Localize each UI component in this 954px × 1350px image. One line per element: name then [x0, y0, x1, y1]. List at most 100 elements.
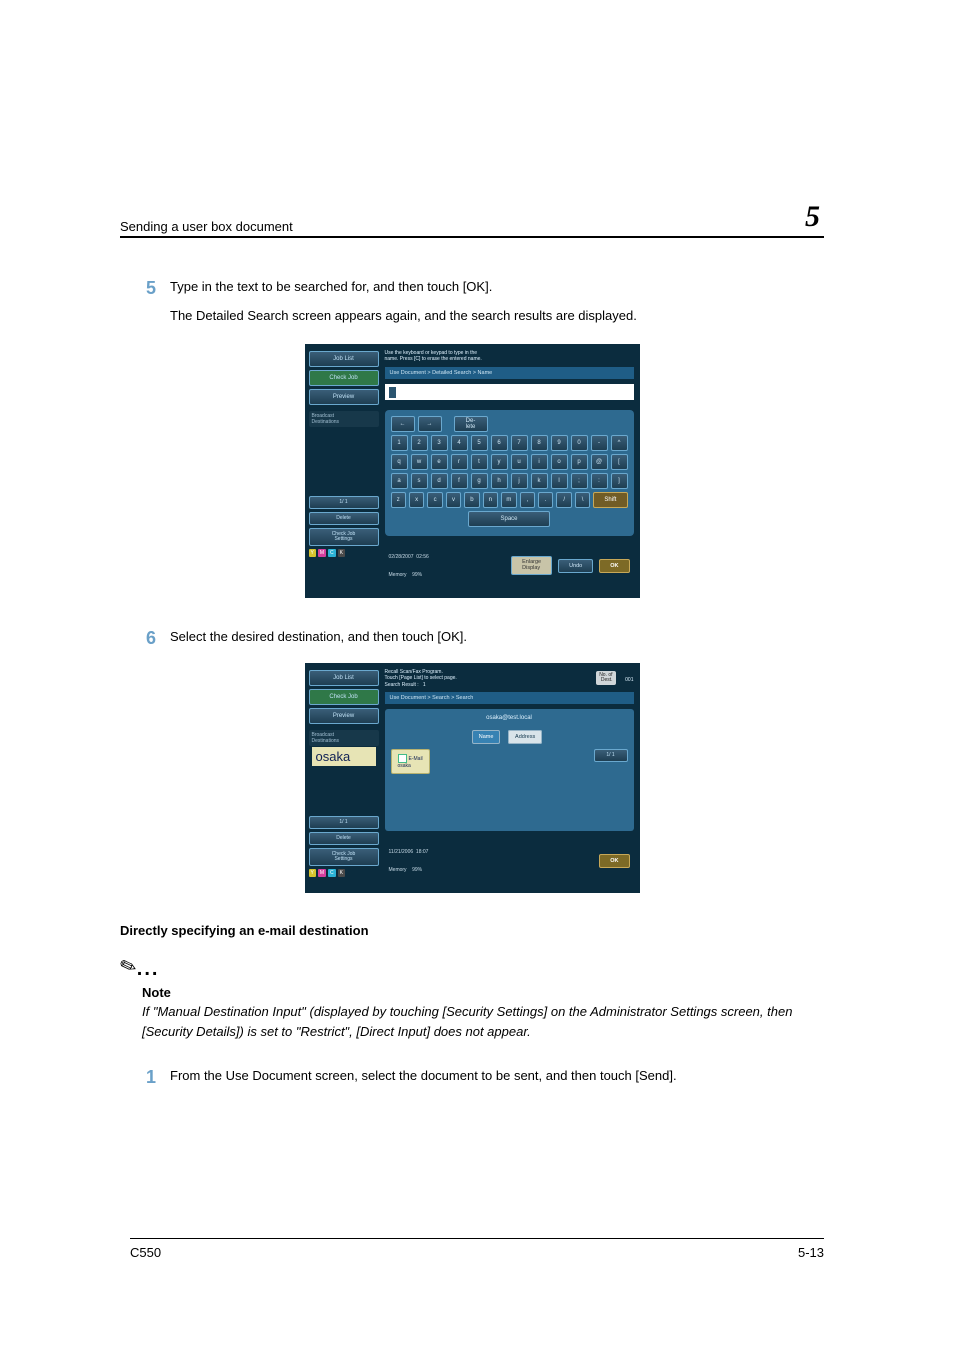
results-page-indicator[interactable]: 1/ 1	[594, 749, 628, 762]
key-,[interactable]: ,	[520, 492, 535, 508]
key-d[interactable]: d	[431, 473, 448, 489]
key-@[interactable]: @	[591, 454, 608, 470]
key-;[interactable]: ;	[571, 473, 588, 489]
key-l[interactable]: l	[551, 473, 568, 489]
datetime-label-2: 11/21/2006 18:07	[389, 849, 429, 855]
dest-count-label: No. of Dest.	[596, 671, 615, 685]
result-type: E-Mail	[409, 756, 423, 762]
job-list-button[interactable]: Job List	[309, 351, 379, 367]
step-5-sub: The Detailed Search screen appears again…	[170, 307, 824, 326]
key-h[interactable]: h	[491, 473, 508, 489]
tab-name[interactable]: Name	[472, 730, 501, 744]
step-number-5: 5	[120, 278, 170, 299]
key-v[interactable]: v	[446, 492, 461, 508]
key-w[interactable]: w	[411, 454, 428, 470]
check-job-settings-button-2[interactable]: Check Job Settings	[309, 848, 379, 866]
space-key[interactable]: Space	[468, 511, 550, 527]
check-job-button[interactable]: Check Job	[309, 370, 379, 386]
toner-k-icon-2: K	[338, 869, 345, 877]
key-^[interactable]: ^	[611, 435, 628, 451]
selected-destination-sidebar[interactable]: osaka	[312, 747, 376, 766]
result-card-osaka[interactable]: E-Mail osaka	[391, 749, 430, 774]
key-p[interactable]: p	[571, 454, 588, 470]
key-\[interactable]: \	[575, 492, 590, 508]
key-c[interactable]: c	[427, 492, 442, 508]
hint-text: Use the keyboard or keypad to type in th…	[385, 350, 634, 363]
key-r[interactable]: r	[451, 454, 468, 470]
key--[interactable]: -	[591, 435, 608, 451]
key-7[interactable]: 7	[511, 435, 528, 451]
page-indicator-2[interactable]: 1/ 1	[309, 816, 379, 829]
memory-label-2: Memory 99%	[389, 867, 429, 873]
breadcrumb: Use Document > Detailed Search > Name	[385, 367, 634, 379]
key-.[interactable]: .	[538, 492, 553, 508]
name-input[interactable]	[385, 384, 634, 400]
key-y[interactable]: y	[491, 454, 508, 470]
check-job-settings-button[interactable]: Check Job Settings	[309, 528, 379, 546]
key-m[interactable]: m	[501, 492, 516, 508]
key-j[interactable]: j	[511, 473, 528, 489]
hint-text-2: Recall Scan/Fax Program. Touch [Page Lis…	[385, 669, 597, 689]
key-/[interactable]: /	[556, 492, 571, 508]
toner-c-icon-2: C	[328, 869, 336, 877]
key-3[interactable]: 3	[431, 435, 448, 451]
key-2[interactable]: 2	[411, 435, 428, 451]
key-x[interactable]: x	[409, 492, 424, 508]
key-9[interactable]: 9	[551, 435, 568, 451]
key-g[interactable]: g	[471, 473, 488, 489]
key-e[interactable]: e	[431, 454, 448, 470]
key-0[interactable]: 0	[571, 435, 588, 451]
key-a[interactable]: a	[391, 473, 408, 489]
key-6[interactable]: 6	[491, 435, 508, 451]
datetime-label: 02/28/2007 02:56	[389, 554, 429, 560]
job-list-button-2[interactable]: Job List	[309, 670, 379, 686]
key-n[interactable]: n	[483, 492, 498, 508]
breadcrumb-2: Use Document > Search > Search	[385, 692, 634, 704]
page-indicator[interactable]: 1/ 1	[309, 496, 379, 509]
screenshot-keyboard: Job List Check Job Preview Broadcast Des…	[305, 344, 640, 598]
check-job-button-2[interactable]: Check Job	[309, 689, 379, 705]
page-number: 5-13	[798, 1245, 824, 1260]
enlarge-display-button[interactable]: Enlarge Display	[511, 556, 552, 575]
key-1[interactable]: 1	[391, 435, 408, 451]
section-title-direct-input: Directly specifying an e-mail destinatio…	[120, 923, 824, 938]
text-cursor-icon	[389, 387, 396, 398]
key-z[interactable]: z	[391, 492, 406, 508]
shift-key[interactable]: Shift	[593, 492, 627, 508]
key-k[interactable]: k	[531, 473, 548, 489]
toner-m-icon: M	[318, 549, 326, 557]
key-q[interactable]: q	[391, 454, 408, 470]
key-b[interactable]: b	[464, 492, 479, 508]
preview-button-2[interactable]: Preview	[309, 708, 379, 724]
toner-c-icon: C	[328, 549, 336, 557]
broadcast-label-2: Broadcast Destinations	[309, 730, 379, 746]
step-text-5: Type in the text to be searched for, and…	[170, 278, 824, 299]
dest-count-value: 001	[625, 677, 633, 683]
key-s[interactable]: s	[411, 473, 428, 489]
key-f[interactable]: f	[451, 473, 468, 489]
memory-label: Memory 99%	[389, 572, 429, 578]
preview-button[interactable]: Preview	[309, 389, 379, 405]
key-4[interactable]: 4	[451, 435, 468, 451]
delete-button-2[interactable]: Delete	[309, 832, 379, 845]
key-i[interactable]: i	[531, 454, 548, 470]
key-][interactable]: ]	[611, 473, 628, 489]
arrow-right-key[interactable]: →	[418, 416, 442, 432]
email-address-label: osaka@test.local	[391, 715, 628, 721]
key-:[interactable]: :	[591, 473, 608, 489]
key-u[interactable]: u	[511, 454, 528, 470]
ok-button[interactable]: OK	[599, 559, 629, 573]
ok-button-2[interactable]: OK	[599, 854, 629, 868]
tab-address[interactable]: Address	[508, 730, 542, 744]
key-t[interactable]: t	[471, 454, 488, 470]
delete-key[interactable]: De- lete	[454, 416, 488, 432]
undo-button[interactable]: Undo	[558, 559, 593, 573]
key-[[interactable]: [	[611, 454, 628, 470]
key-o[interactable]: o	[551, 454, 568, 470]
key-8[interactable]: 8	[531, 435, 548, 451]
toner-y-icon: Y	[309, 549, 316, 557]
key-5[interactable]: 5	[471, 435, 488, 451]
arrow-left-key[interactable]: ←	[391, 416, 415, 432]
delete-button[interactable]: Delete	[309, 512, 379, 525]
toner-m-icon-2: M	[318, 869, 326, 877]
